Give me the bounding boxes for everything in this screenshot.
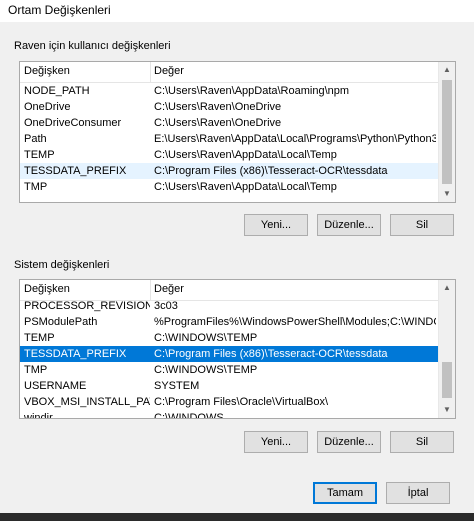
- row-value: C:\Users\Raven\AppData\Local\Temp: [154, 149, 337, 161]
- column-header-value[interactable]: Değer: [154, 283, 184, 295]
- table-row[interactable]: Path E:\Users\Raven\AppData\Local\Program…: [20, 131, 438, 147]
- column-separator[interactable]: [150, 62, 151, 82]
- table-row[interactable]: PROCESSOR_REVISION 3c03: [20, 298, 438, 314]
- column-header-variable[interactable]: Değişken: [24, 65, 70, 77]
- row-name: OneDriveConsumer: [24, 117, 122, 129]
- table-row[interactable]: OneDrive C:\Users\Raven\OneDrive: [20, 99, 438, 115]
- title-bar: Ortam Değişkenleri: [0, 0, 474, 22]
- scroll-up-icon[interactable]: ▲: [439, 62, 455, 78]
- row-value: C:\WINDOWS\TEMP: [154, 364, 258, 376]
- table-row-selected[interactable]: TESSDATA_PREFIX C:\Program Files (x86)\Te…: [20, 346, 438, 362]
- row-value: E:\Users\Raven\AppData\Local\Programs\Py…: [154, 133, 436, 145]
- background-strip: [0, 513, 474, 521]
- system-vars-list[interactable]: Değişken Değer PROCESSOR_REVISION 3c03 PS…: [19, 279, 456, 419]
- column-separator[interactable]: [150, 280, 151, 300]
- table-row[interactable]: PSModulePath %ProgramFiles%\WindowsPowerS…: [20, 314, 438, 330]
- row-value: %ProgramFiles%\WindowsPowerShell\Modules…: [154, 316, 436, 328]
- row-value: C:\Users\Raven\OneDrive: [154, 117, 282, 129]
- row-value: C:\Users\Raven\OneDrive: [154, 101, 282, 113]
- row-value: C:\Program Files (x86)\Tesseract-OCR\tes…: [154, 165, 388, 177]
- system-vars-group-label: Sistem değişkenleri: [14, 259, 110, 271]
- row-name: TESSDATA_PREFIX: [24, 348, 127, 360]
- table-row[interactable]: windir C:\WINDOWS: [20, 410, 438, 419]
- table-row[interactable]: TMP C:\WINDOWS\TEMP: [20, 362, 438, 378]
- user-vars-scrollbar[interactable]: ▲ ▼: [438, 62, 455, 202]
- scroll-down-icon[interactable]: ▼: [439, 186, 455, 202]
- scroll-down-icon[interactable]: ▼: [439, 402, 455, 418]
- column-header-value[interactable]: Değer: [154, 65, 184, 77]
- table-row[interactable]: TEMP C:\WINDOWS\TEMP: [20, 330, 438, 346]
- user-edit-button[interactable]: Düzenle...: [317, 214, 381, 236]
- row-name: PROCESSOR_REVISION: [24, 300, 150, 312]
- scroll-thumb[interactable]: [442, 80, 452, 184]
- row-value: 3c03: [154, 300, 178, 312]
- row-name: TEMP: [24, 149, 55, 161]
- row-name: windir: [24, 412, 53, 419]
- row-value: C:\Program Files\Oracle\VirtualBox\: [154, 396, 329, 408]
- row-name: PSModulePath: [24, 316, 98, 328]
- row-value: C:\WINDOWS: [154, 412, 224, 419]
- user-vars-group-label: Raven için kullanıcı değişkenleri: [14, 40, 171, 52]
- scroll-thumb[interactable]: [442, 362, 452, 398]
- user-vars-list-header: Değişken Değer: [20, 62, 438, 83]
- row-name: TMP: [24, 181, 48, 193]
- row-value: C:\Users\Raven\AppData\Roaming\npm: [154, 85, 350, 97]
- system-vars-scrollbar[interactable]: ▲ ▼: [438, 280, 455, 418]
- cancel-button[interactable]: İptal: [386, 482, 450, 504]
- row-value: C:\Users\Raven\AppData\Local\Temp: [154, 181, 337, 193]
- row-name: TESSDATA_PREFIX: [24, 165, 127, 177]
- system-edit-button[interactable]: Düzenle...: [317, 431, 381, 453]
- row-value: C:\WINDOWS\TEMP: [154, 332, 258, 344]
- row-value: SYSTEM: [154, 380, 200, 392]
- table-row[interactable]: NODE_PATH C:\Users\Raven\AppData\Roaming\…: [20, 83, 438, 99]
- table-row[interactable]: TEMP C:\Users\Raven\AppData\Local\Temp: [20, 147, 438, 163]
- window-title: Ortam Değişkenleri: [8, 3, 111, 17]
- system-new-button[interactable]: Yeni...: [244, 431, 308, 453]
- table-row[interactable]: OneDriveConsumer C:\Users\Raven\OneDrive: [20, 115, 438, 131]
- table-row[interactable]: TMP C:\Users\Raven\AppData\Local\Temp: [20, 179, 438, 195]
- row-name: TMP: [24, 364, 48, 376]
- scroll-up-icon[interactable]: ▲: [439, 280, 455, 296]
- row-name: OneDrive: [24, 101, 71, 113]
- row-value: C:\Program Files (x86)\Tesseract-OCR\tes…: [154, 348, 388, 360]
- row-name: Path: [24, 133, 47, 145]
- system-delete-button[interactable]: Sil: [390, 431, 454, 453]
- row-name: VBOX_MSI_INSTALL_PATH: [24, 396, 150, 408]
- table-row[interactable]: TESSDATA_PREFIX C:\Program Files (x86)\Te…: [20, 163, 438, 179]
- ok-button[interactable]: Tamam: [313, 482, 377, 504]
- row-name: USERNAME: [24, 380, 87, 392]
- column-header-variable[interactable]: Değişken: [24, 283, 70, 295]
- row-name: TEMP: [24, 332, 55, 344]
- table-row[interactable]: USERNAME SYSTEM: [20, 378, 438, 394]
- row-name: NODE_PATH: [24, 85, 90, 97]
- table-row[interactable]: VBOX_MSI_INSTALL_PATH C:\Program Files\Or…: [20, 394, 438, 410]
- user-new-button[interactable]: Yeni...: [244, 214, 308, 236]
- user-delete-button[interactable]: Sil: [390, 214, 454, 236]
- user-vars-list[interactable]: Değişken Değer NODE_PATH C:\Users\Raven\A…: [19, 61, 456, 203]
